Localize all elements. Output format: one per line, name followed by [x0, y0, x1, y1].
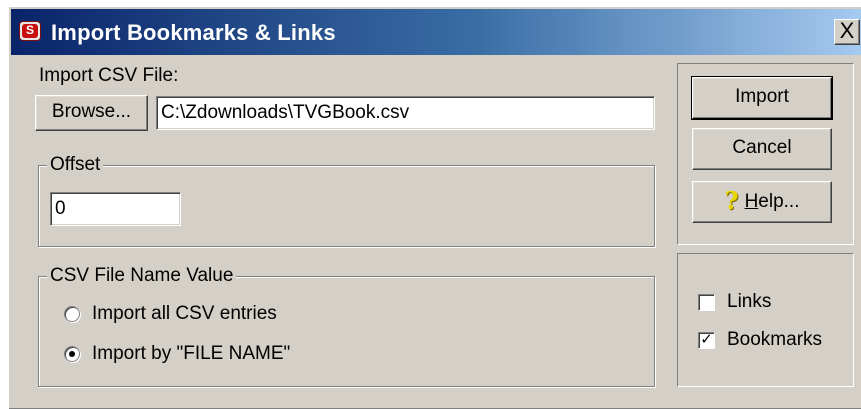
import-button[interactable]: Import: [691, 76, 833, 120]
import-by-file-name-label[interactable]: Import by "FILE NAME": [92, 343, 290, 365]
csv-file-name-value-group: CSV File Name Value: [38, 265, 655, 387]
help-label-rest: elp...: [758, 191, 800, 212]
app-icon: [19, 21, 41, 41]
window-title: Import Bookmarks & Links: [51, 20, 336, 45]
import-all-label[interactable]: Import all CSV entries: [92, 303, 277, 325]
csv-file-path-input[interactable]: C:\Zdownloads\TVGBook.csv: [156, 96, 655, 130]
help-hotkey-letter: H: [744, 191, 759, 212]
offset-input[interactable]: 0: [50, 192, 181, 226]
csv-file-name-value-label: CSV File Name Value: [47, 265, 237, 287]
import-by-file-name-radio[interactable]: [64, 346, 80, 362]
cancel-button[interactable]: Cancel: [692, 128, 832, 170]
links-label[interactable]: Links: [727, 291, 771, 313]
bookmarks-checkbox[interactable]: ✓: [698, 332, 715, 349]
offset-group-label: Offset: [47, 154, 104, 176]
import-all-radio[interactable]: [64, 306, 80, 322]
close-button[interactable]: X: [834, 19, 860, 45]
import-csv-label: Import CSV File:: [39, 65, 179, 86]
help-button[interactable]: ? Help...: [692, 181, 832, 223]
question-mark-icon: ?: [724, 186, 739, 215]
import-bookmarks-dialog: Import Bookmarks & Links X Import CSV Fi…: [8, 6, 861, 409]
type-panel: [677, 253, 854, 387]
browse-button[interactable]: Browse...: [35, 95, 148, 131]
links-checkbox[interactable]: [698, 294, 715, 311]
title-bar[interactable]: Import Bookmarks & Links X: [11, 9, 861, 55]
bookmarks-label[interactable]: Bookmarks: [727, 329, 822, 351]
